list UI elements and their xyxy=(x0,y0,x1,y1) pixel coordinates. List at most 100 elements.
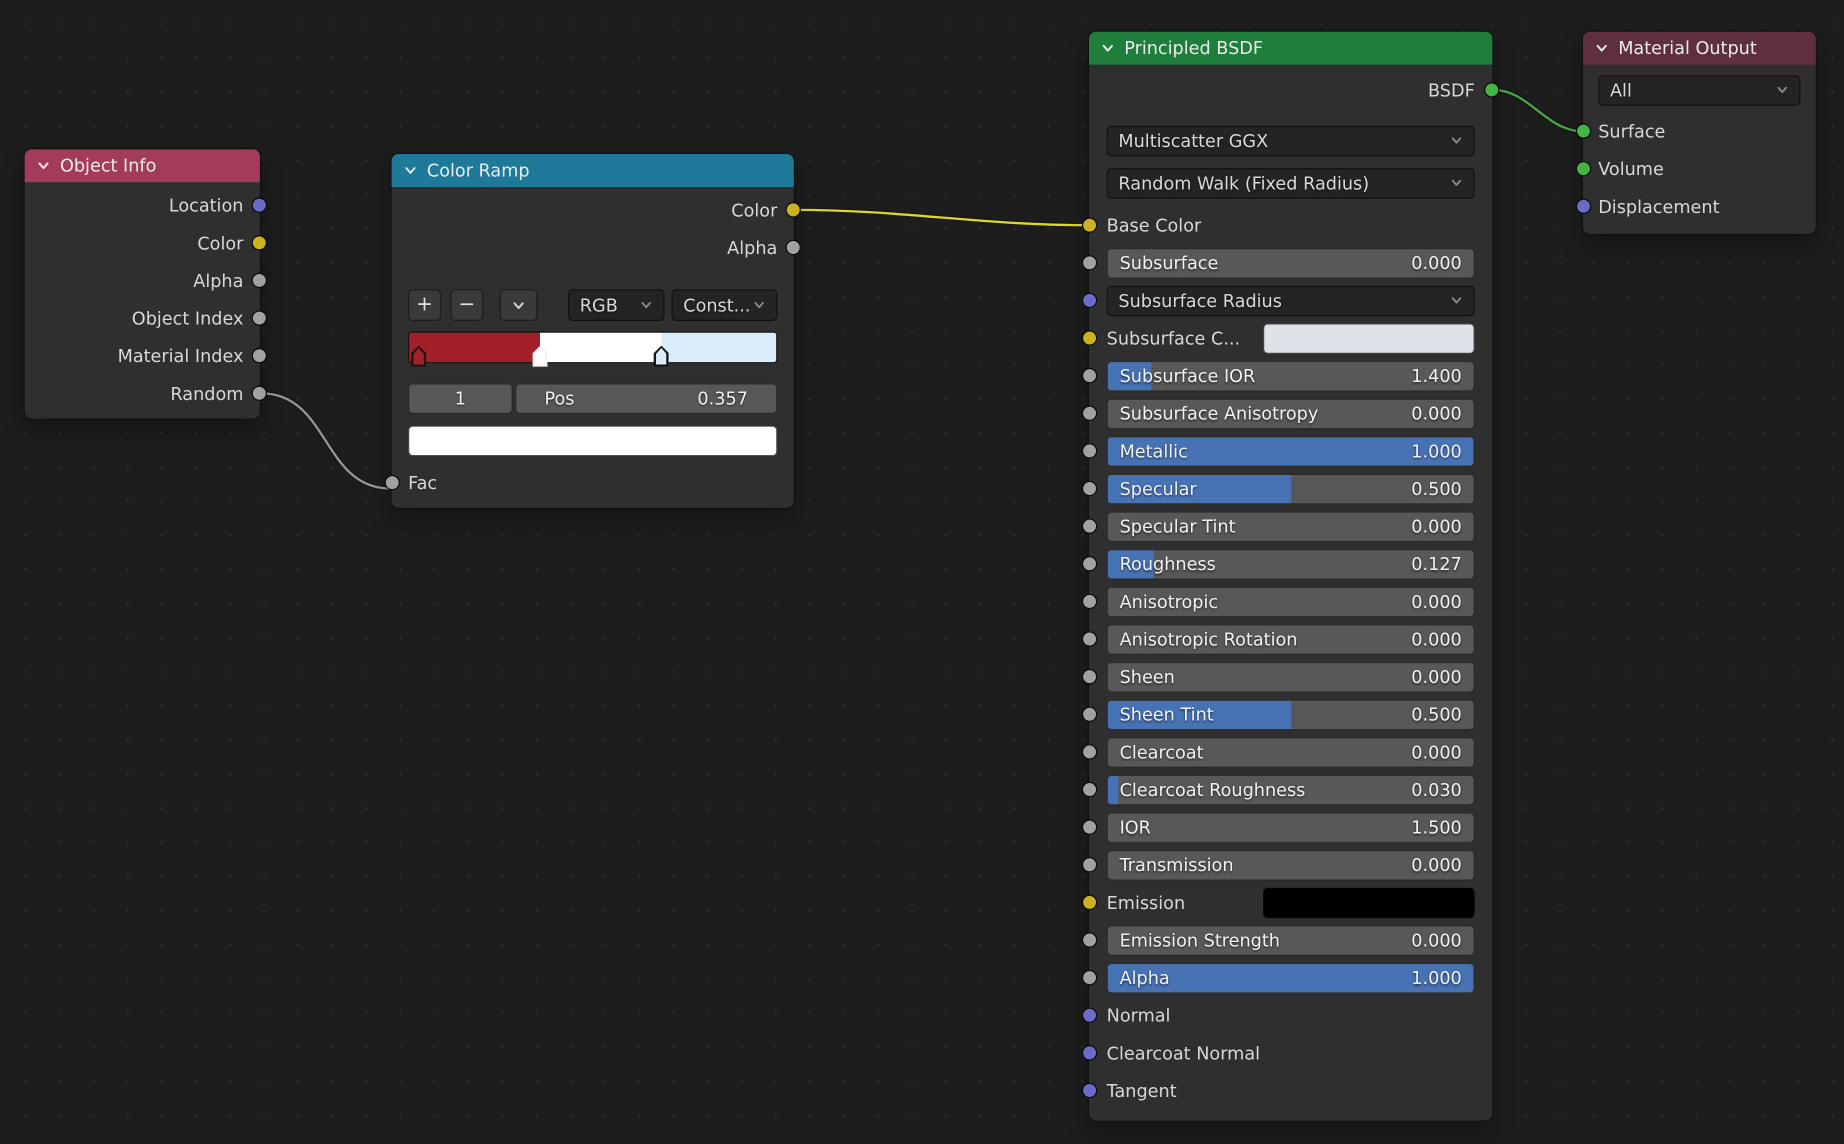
output-label-random: Random xyxy=(170,383,243,404)
input-row-surface: Surface xyxy=(1598,115,1800,147)
socket-anisotropic-rotation-input[interactable] xyxy=(1082,631,1097,646)
link-color-basecolor xyxy=(795,210,1088,225)
socket-ramp-alpha-output[interactable] xyxy=(786,240,801,255)
output-label-color: Color xyxy=(197,232,243,253)
socket-subsurface-color-input[interactable] xyxy=(1082,330,1097,345)
node-object-info[interactable]: Object Info Location Color Alpha Object … xyxy=(24,148,262,420)
sheen-tint-slider[interactable]: Sheen Tint 0.500 xyxy=(1107,699,1475,730)
subsurface-anisotropy-slider[interactable]: Subsurface Anisotropy 0.000 xyxy=(1107,398,1475,429)
color-mode-value: RGB xyxy=(580,295,618,316)
input-row-alpha: Alpha 1.000 xyxy=(1107,962,1475,994)
collapse-chevron-icon[interactable] xyxy=(36,159,50,173)
clearcoat-slider[interactable]: Clearcoat 0.000 xyxy=(1107,737,1475,768)
remove-stop-button[interactable]: − xyxy=(450,289,483,321)
socket-ior-input[interactable] xyxy=(1082,819,1097,834)
socket-sheen-input[interactable] xyxy=(1082,669,1097,684)
socket-displacement-input[interactable] xyxy=(1576,199,1591,214)
slider-label: Subsurface xyxy=(1120,252,1219,273)
output-target-select[interactable]: All xyxy=(1598,75,1800,106)
ramp-options-button[interactable] xyxy=(500,289,538,321)
socket-emission-strength-input[interactable] xyxy=(1082,932,1097,947)
input-row-emission: Emission xyxy=(1107,887,1475,919)
socket-tangent-input[interactable] xyxy=(1082,1083,1097,1098)
distribution-select[interactable]: Multiscatter GGX xyxy=(1107,125,1475,156)
slider-value: 0.000 xyxy=(1411,628,1462,649)
subsurface-color-swatch[interactable] xyxy=(1263,323,1475,354)
node-editor-canvas[interactable]: Object Info Location Color Alpha Object … xyxy=(0,0,1844,1144)
socket-subsurface-input[interactable] xyxy=(1082,255,1097,270)
collapse-chevron-icon[interactable] xyxy=(1595,41,1609,55)
input-row-displacement: Displacement xyxy=(1598,190,1800,222)
select-label: Subsurface Radius xyxy=(1118,290,1282,311)
socket-specular-input[interactable] xyxy=(1082,481,1097,496)
socket-surface-input[interactable] xyxy=(1576,123,1591,138)
anisotropic-rotation-slider[interactable]: Anisotropic Rotation 0.000 xyxy=(1107,624,1475,655)
socket-fac-input[interactable] xyxy=(385,475,400,490)
node-header-material-output[interactable]: Material Output xyxy=(1583,32,1816,65)
socket-ramp-color-output[interactable] xyxy=(786,202,801,217)
socket-anisotropic-input[interactable] xyxy=(1082,594,1097,609)
socket-subsurface-radius-input[interactable] xyxy=(1082,293,1097,308)
socket-bsdf-output[interactable] xyxy=(1484,82,1499,97)
node-material-output[interactable]: Material Output All Surface Volume Displ… xyxy=(1582,31,1817,236)
color-mode-select[interactable]: RGB xyxy=(568,289,664,321)
socket-normal-input[interactable] xyxy=(1082,1008,1097,1023)
node-title: Material Output xyxy=(1618,38,1757,59)
node-header-principled[interactable]: Principled BSDF xyxy=(1089,32,1492,65)
socket-sheen-tint-input[interactable] xyxy=(1082,707,1097,722)
input-row-fac: Fac xyxy=(408,467,777,499)
sheen-slider[interactable]: Sheen 0.000 xyxy=(1107,661,1475,692)
color-ramp-bar[interactable] xyxy=(408,332,777,364)
socket-base-color-input[interactable] xyxy=(1082,218,1097,233)
node-color-ramp[interactable]: Color Ramp Color Alpha + − RGB xyxy=(390,153,795,509)
slider-label: Subsurface IOR xyxy=(1120,365,1256,386)
roughness-slider[interactable]: Roughness 0.127 xyxy=(1107,548,1475,579)
socket-transmission-input[interactable] xyxy=(1082,857,1097,872)
socket-clearcoat-normal-input[interactable] xyxy=(1082,1045,1097,1060)
subsurface-ior-slider[interactable]: Subsurface IOR 1.400 xyxy=(1107,360,1475,391)
active-stop-index-field[interactable]: 1 xyxy=(408,383,513,414)
socket-clearcoat-roughness-input[interactable] xyxy=(1082,782,1097,797)
socket-subsurface-anisotropy-input[interactable] xyxy=(1082,406,1097,421)
emission-strength-slider[interactable]: Emission Strength 0.000 xyxy=(1107,925,1475,956)
selected-stop-color-swatch[interactable] xyxy=(408,426,777,457)
socket-material-index-output[interactable] xyxy=(252,348,267,363)
link-random-fac xyxy=(261,393,390,488)
transmission-slider[interactable]: Transmission 0.000 xyxy=(1107,849,1475,880)
socket-specular-tint-input[interactable] xyxy=(1082,519,1097,534)
ior-slider[interactable]: IOR 1.500 xyxy=(1107,812,1475,843)
slider-value: 0.000 xyxy=(1411,252,1462,273)
specular-tint-slider[interactable]: Specular Tint 0.000 xyxy=(1107,511,1475,542)
subsurface-slider[interactable]: Subsurface 0.000 xyxy=(1107,247,1475,278)
socket-clearcoat-input[interactable] xyxy=(1082,744,1097,759)
socket-subsurface-ior-input[interactable] xyxy=(1082,368,1097,383)
collapse-chevron-icon[interactable] xyxy=(403,163,417,177)
clearcoat-roughness-slider[interactable]: Clearcoat Roughness 0.030 xyxy=(1107,774,1475,805)
socket-roughness-input[interactable] xyxy=(1082,556,1097,571)
metallic-slider[interactable]: Metallic 1.000 xyxy=(1107,436,1475,467)
stop-position-field[interactable]: Pos 0.357 xyxy=(515,383,777,414)
node-header-object-info[interactable]: Object Info xyxy=(25,149,260,182)
anisotropic-slider[interactable]: Anisotropic 0.000 xyxy=(1107,586,1475,617)
interpolation-select[interactable]: Const... xyxy=(672,289,778,321)
socket-emission-input[interactable] xyxy=(1082,895,1097,910)
add-stop-button[interactable]: + xyxy=(408,289,441,321)
input-row-ior: IOR 1.500 xyxy=(1107,811,1475,843)
subsurface-method-select[interactable]: Random Walk (Fixed Radius) xyxy=(1107,168,1475,199)
node-header-color-ramp[interactable]: Color Ramp xyxy=(392,154,794,187)
socket-object-index-output[interactable] xyxy=(252,310,267,325)
socket-location-output[interactable] xyxy=(252,198,267,213)
socket-metallic-input[interactable] xyxy=(1082,443,1097,458)
socket-random-output[interactable] xyxy=(252,386,267,401)
socket-volume-input[interactable] xyxy=(1576,161,1591,176)
subsurface-radius-select[interactable]: Subsurface Radius xyxy=(1107,285,1475,316)
emission-color-swatch[interactable] xyxy=(1263,887,1475,918)
socket-color-output[interactable] xyxy=(252,235,267,250)
socket-alpha-output[interactable] xyxy=(252,273,267,288)
socket-alpha-input[interactable] xyxy=(1082,970,1097,985)
node-principled-bsdf[interactable]: Principled BSDF BSDF Multiscatter GGX Ra… xyxy=(1088,31,1494,1122)
collapse-chevron-icon[interactable] xyxy=(1101,41,1115,55)
alpha-slider[interactable]: Alpha 1.000 xyxy=(1107,962,1475,993)
specular-slider[interactable]: Specular 0.500 xyxy=(1107,473,1475,504)
slider-label: Metallic xyxy=(1120,440,1188,461)
